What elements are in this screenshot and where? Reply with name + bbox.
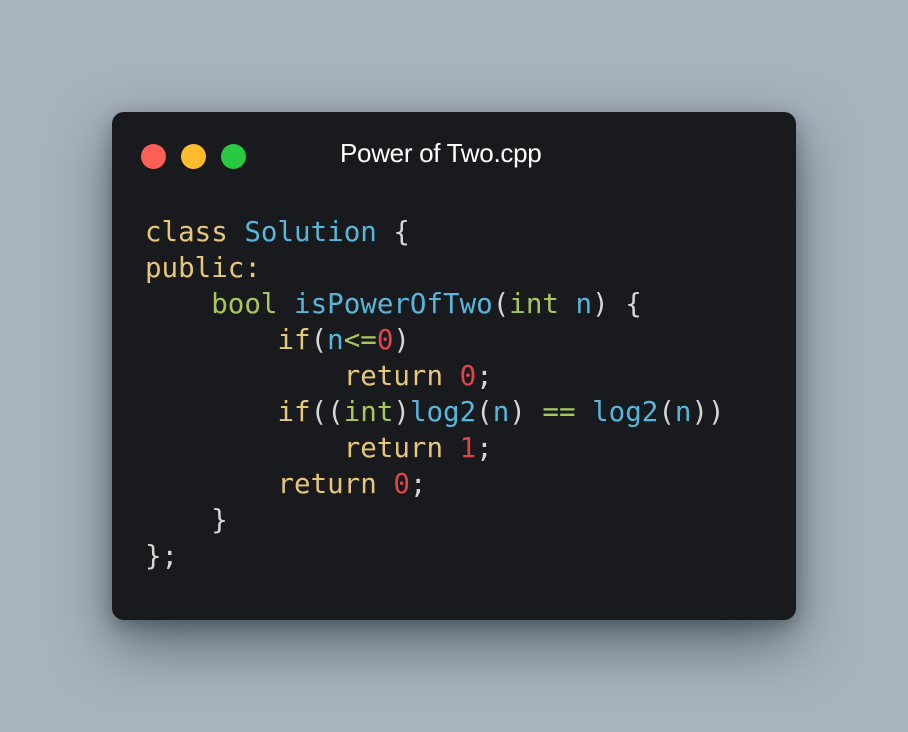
- code-token-punc: [277, 288, 294, 320]
- code-line: if(n<=0): [145, 322, 725, 358]
- code-token-kw: return: [343, 360, 444, 392]
- code-line: return 1;: [145, 430, 725, 466]
- code-token-punc: }: [145, 504, 228, 536]
- code-token-punc: [145, 432, 344, 464]
- code-token-cls: Solution: [244, 216, 377, 248]
- code-token-punc: (: [658, 396, 675, 428]
- code-token-type: bool: [211, 288, 278, 320]
- code-token-kw: public:: [145, 252, 261, 284]
- code-token-op: <=: [343, 324, 377, 356]
- code-token-kw: class: [145, 216, 228, 248]
- code-line: class Solution {: [145, 214, 725, 250]
- code-token-kw: return: [277, 468, 377, 500]
- code-token-kw: return: [343, 432, 444, 464]
- code-token-punc: [443, 432, 460, 464]
- code-token-kw: if: [277, 324, 311, 356]
- code-token-punc: [145, 396, 277, 428]
- code-token-fn: isPowerOfTwo: [294, 288, 493, 320]
- code-line: public:: [145, 250, 725, 286]
- code-token-punc: (: [476, 396, 493, 428]
- code-token-type: int: [343, 396, 394, 428]
- code-token-punc: [228, 216, 245, 248]
- code-token-punc: ): [393, 396, 410, 428]
- minimize-window-button[interactable]: [181, 144, 206, 169]
- maximize-window-button[interactable]: [221, 144, 246, 169]
- code-token-punc: ): [509, 396, 543, 428]
- code-token-punc: [443, 360, 460, 392]
- window-title: Power of Two.cpp: [340, 138, 542, 168]
- code-token-punc: };: [145, 540, 179, 572]
- code-token-punc: ): [393, 324, 410, 356]
- code-token-op: ==: [542, 396, 576, 428]
- code-block: class Solution {public: bool isPowerOfTw…: [145, 214, 725, 574]
- code-token-punc: (: [492, 288, 510, 320]
- code-token-punc: ;: [476, 432, 493, 464]
- window-titlebar: Power of Two.cpp: [112, 112, 796, 198]
- code-token-punc: (: [310, 324, 328, 356]
- code-token-num: 0: [376, 324, 394, 356]
- code-line: }: [145, 502, 725, 538]
- code-token-punc: ;: [476, 360, 493, 392]
- code-token-punc: {: [376, 216, 410, 248]
- code-token-kw: if: [277, 396, 311, 428]
- code-line: return 0;: [145, 466, 725, 502]
- code-token-punc: [145, 360, 344, 392]
- code-token-punc: ;: [409, 468, 427, 500]
- code-token-var: n: [674, 396, 692, 428]
- code-token-punc: [145, 324, 277, 356]
- code-token-num: 0: [459, 360, 477, 392]
- code-token-punc: ((: [310, 396, 344, 428]
- code-line: return 0;: [145, 358, 725, 394]
- code-token-var: n: [327, 324, 344, 356]
- code-token-var: n: [575, 288, 593, 320]
- code-token-punc: [576, 396, 593, 428]
- code-token-punc: )): [691, 396, 725, 428]
- code-line: bool isPowerOfTwo(int n) {: [145, 286, 725, 322]
- code-token-num: 1: [459, 432, 477, 464]
- code-token-fn: log2: [592, 396, 659, 428]
- code-line: };: [145, 538, 725, 574]
- code-token-punc: [145, 468, 277, 500]
- code-token-punc: [145, 288, 211, 320]
- close-window-button[interactable]: [141, 144, 166, 169]
- code-token-num: 0: [393, 468, 410, 500]
- code-token-var: n: [492, 396, 510, 428]
- code-line: if((int)log2(n) == log2(n)): [145, 394, 725, 430]
- code-window: Power of Two.cpp class Solution {public:…: [112, 112, 796, 620]
- code-token-fn: log2: [409, 396, 477, 428]
- code-token-punc: [377, 468, 394, 500]
- code-token-punc: [559, 288, 576, 320]
- code-token-type: int: [509, 288, 559, 320]
- code-token-punc: ) {: [592, 288, 642, 320]
